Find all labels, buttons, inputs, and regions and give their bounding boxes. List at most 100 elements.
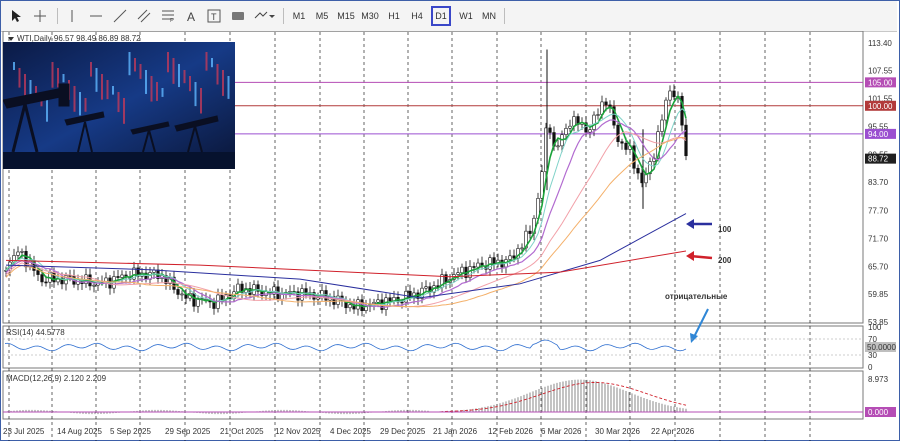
candle: [400, 301, 404, 304]
candle: [36, 270, 40, 275]
macd-axis-label: 8.973: [868, 375, 889, 384]
price-tag: 88.72: [868, 155, 889, 164]
candle: [288, 291, 292, 293]
price-tag: 94.00: [868, 130, 889, 139]
date-label: 29 Sep 2025: [165, 427, 211, 436]
date-label: 4 Dec 2025: [330, 427, 371, 436]
ma200-line: [5, 250, 687, 278]
price-label: 59.85: [868, 290, 889, 299]
price-label: 83.70: [868, 178, 889, 187]
candle: [512, 255, 516, 259]
price-label: 107.55: [868, 66, 893, 75]
candle: [564, 127, 568, 135]
arrow-ma100-head: [686, 219, 694, 229]
candle: [372, 301, 376, 304]
rsi-axis-label: 30: [868, 351, 877, 360]
timeframe-m5[interactable]: M5: [312, 6, 332, 26]
price-label: 77.70: [868, 206, 889, 215]
candle: [668, 90, 672, 101]
svg-text:A: A: [187, 10, 195, 23]
horizontal-line-icon[interactable]: [87, 6, 105, 26]
rsi-label: RSI(14) 44.5778: [6, 328, 65, 337]
timeframe-h1[interactable]: H1: [384, 6, 404, 26]
timeframe-h4[interactable]: H4: [407, 6, 427, 26]
candle: [460, 266, 464, 273]
rsi-tag: 50.0000: [867, 343, 896, 352]
rsi-axis-label: 100: [868, 323, 882, 332]
date-label: 6 Mar 2026: [541, 427, 582, 436]
candle: [376, 299, 380, 303]
candle: [620, 141, 624, 144]
candle: [316, 297, 320, 300]
candle: [44, 281, 48, 284]
candle: [592, 114, 596, 130]
candle: [348, 304, 352, 309]
candle: [476, 262, 480, 268]
crosshair-icon[interactable]: [31, 6, 49, 26]
candle: [236, 283, 240, 293]
rectangle-icon[interactable]: [229, 6, 247, 26]
candle: [120, 274, 124, 278]
candle: [508, 255, 512, 260]
label-ma100: 100: [718, 225, 732, 234]
candle: [616, 124, 620, 143]
shapes-menu-icon[interactable]: [253, 6, 277, 26]
rsi-axis-label: 0: [868, 363, 873, 372]
candle: [356, 299, 360, 310]
macd-tag: 0.000: [868, 408, 889, 417]
candle: [424, 286, 428, 289]
date-label: 29 Dec 2025: [380, 427, 426, 436]
macd-label: MACD(12,26,9) 2.120 2.209: [6, 374, 107, 383]
timeframe-d1[interactable]: D1: [431, 6, 451, 26]
candle: [456, 272, 460, 275]
date-label: 21 Oct 2025: [220, 427, 264, 436]
candle: [672, 90, 676, 98]
trendline-icon[interactable]: [111, 6, 129, 26]
candle: [588, 129, 592, 133]
vertical-line-icon[interactable]: [63, 6, 81, 26]
timeframe-m30[interactable]: M30: [359, 6, 381, 26]
candle: [604, 101, 608, 106]
ma100-line: [5, 213, 687, 299]
label-ma200: 200: [718, 256, 732, 265]
price-label: 113.40: [868, 39, 892, 48]
candle: [624, 142, 628, 150]
oil-pumps-image: [3, 42, 235, 169]
candle: [548, 127, 552, 133]
date-label: 12 Feb 2026: [488, 427, 533, 436]
price-tag: 100.00: [868, 102, 893, 111]
candle: [572, 116, 576, 127]
date-label: 22 Apr 2026: [651, 427, 695, 436]
price-tag: 105.00: [868, 78, 893, 87]
price-label: 65.70: [868, 262, 889, 271]
arrow-ma200-head: [686, 251, 694, 261]
svg-text:F: F: [170, 18, 173, 23]
label-negative: отрицательные: [665, 292, 728, 301]
svg-text:T: T: [211, 12, 217, 22]
timeframe-m15[interactable]: M15: [335, 6, 357, 26]
timeframe-m1[interactable]: M1: [289, 6, 309, 26]
candle: [520, 247, 524, 250]
timeframe-w1[interactable]: W1: [456, 6, 476, 26]
channel-icon[interactable]: [135, 6, 153, 26]
candle: [528, 230, 532, 234]
cursor-icon[interactable]: [7, 6, 25, 26]
candle: [636, 167, 640, 174]
date-label: 21 Jan 2026: [433, 427, 478, 436]
date-label: 5 Sep 2025: [110, 427, 151, 436]
candle: [596, 114, 600, 116]
text-tool-icon[interactable]: A: [183, 6, 201, 26]
candle: [180, 293, 184, 296]
candle: [568, 125, 572, 129]
rsi-line: [4, 339, 687, 352]
price-label: 71.70: [868, 234, 889, 243]
candle: [220, 294, 224, 300]
candle: [192, 293, 196, 307]
candle: [556, 145, 560, 148]
text-label-icon[interactable]: T: [205, 6, 223, 26]
date-label: 23 Jul 2025: [3, 427, 45, 436]
arrow-negative-head: [690, 333, 698, 343]
fibonacci-icon[interactable]: F: [159, 6, 177, 26]
timeframe-mn[interactable]: MN: [479, 6, 499, 26]
candle: [20, 251, 24, 253]
